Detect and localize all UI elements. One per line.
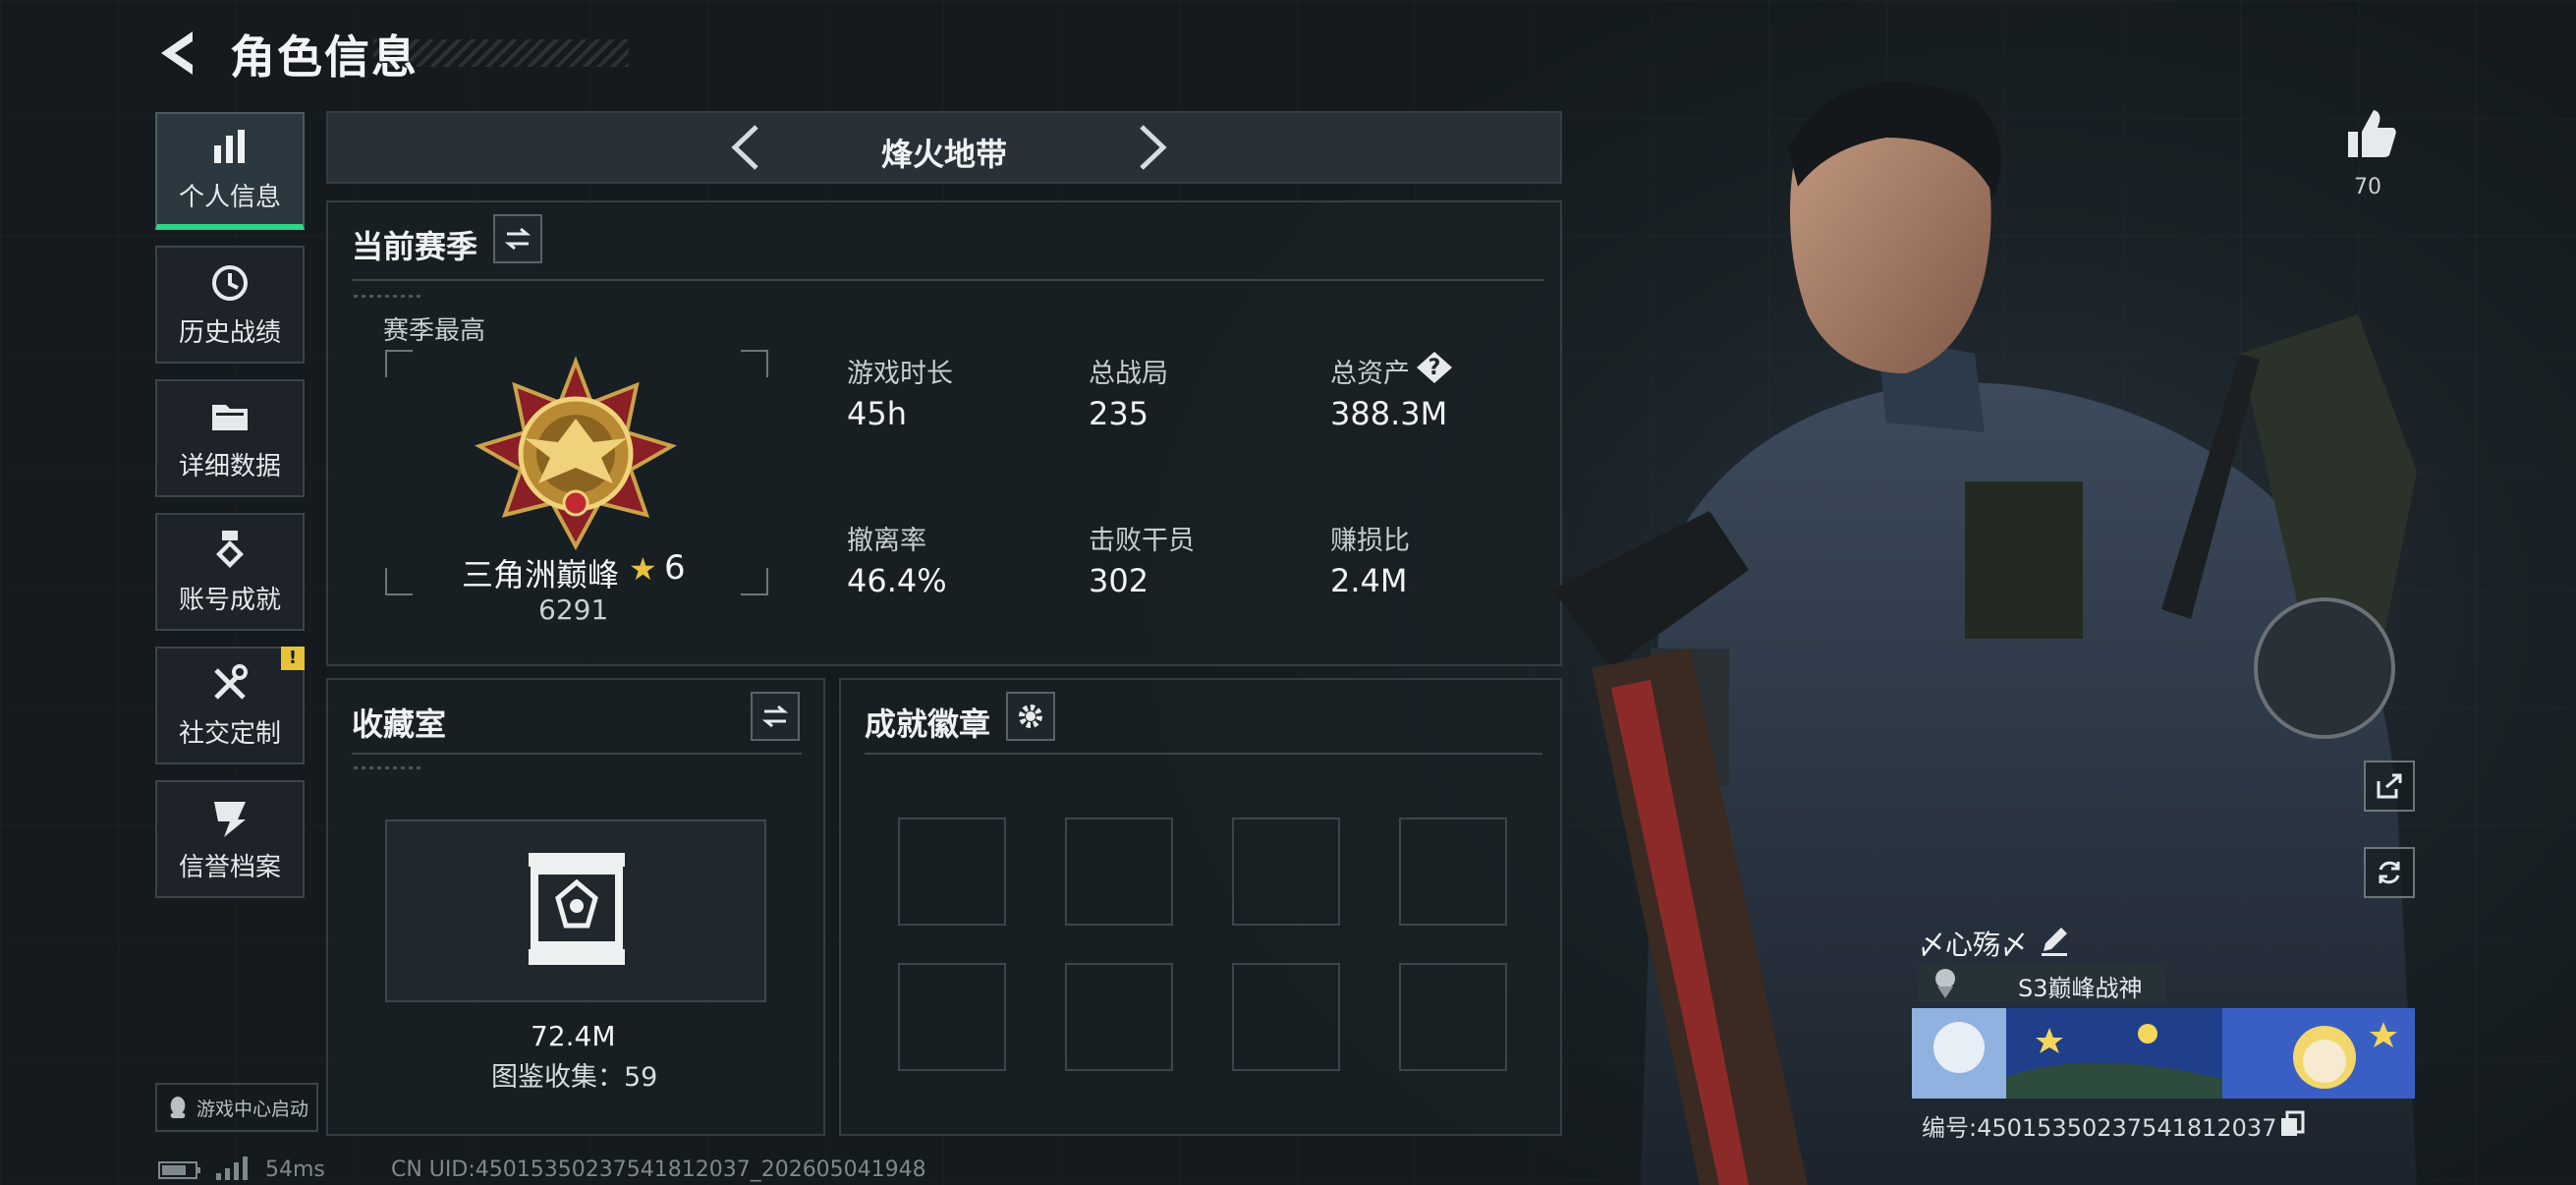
rank-points: 6291 (538, 593, 609, 626)
title-emblem-icon (1935, 969, 1955, 998)
badge-slot[interactable] (898, 963, 1006, 1071)
rank-name: 三角洲巅峰 (462, 556, 620, 593)
sidebar-item-social-custom[interactable]: 社交定制 ! (155, 647, 305, 764)
stat-label: 赚损比 (1330, 526, 1410, 556)
season-switch-button[interactable] (493, 214, 542, 263)
rank-star-icon: ★ (629, 550, 657, 588)
collection-panel-title: 收藏室 (352, 705, 447, 743)
stat-value: 235 (1089, 395, 1149, 432)
season-panel-title: 当前赛季 (352, 228, 478, 265)
sidebar-item-history[interactable]: 历史战绩 (155, 246, 305, 364)
collection-value: 72.4M (531, 1020, 616, 1052)
sidebar-item-label: 账号成就 (178, 585, 281, 615)
share-button[interactable] (2364, 761, 2415, 812)
title-decoration (373, 39, 629, 67)
badge-slot[interactable] (1065, 963, 1173, 1071)
frame-corner (741, 350, 768, 377)
stat-label: 总资产 (1330, 359, 1410, 389)
network-ping: 54ms (265, 1157, 325, 1182)
sidebar-item-label: 信誉档案 (178, 852, 281, 882)
help-icon[interactable]: ? (1415, 350, 1454, 385)
game-center-button[interactable]: 游戏中心启动 (155, 1083, 318, 1132)
mode-next-arrow-icon[interactable] (1124, 121, 1177, 174)
player-title: S3巅峰战神 (2018, 975, 2143, 1002)
switch-arrows-icon (504, 227, 532, 251)
sidebar-item-label: 社交定制 (178, 718, 281, 749)
bar-chart-icon (214, 129, 245, 163)
sidebar-item-detailed-data[interactable]: 详细数据 (155, 379, 305, 497)
notification-badge: ! (281, 647, 305, 670)
collection-divider (352, 753, 802, 755)
stat-value: 46.4% (847, 562, 947, 599)
stat-value: 2.4M (1330, 562, 1408, 599)
stat-label: 总战局 (1089, 359, 1168, 389)
mode-selector: 烽火地带 (326, 111, 1562, 184)
badge-slot[interactable] (1399, 818, 1507, 926)
signal-icon (216, 1157, 248, 1180)
switch-arrows-icon (761, 705, 789, 728)
history-clock-icon (212, 264, 248, 301)
gear-icon (1019, 705, 1042, 728)
sidebar-item-label: 详细数据 (178, 451, 281, 481)
footer-uid: CN UID:45015350237541812037_202605041948 (391, 1157, 926, 1182)
stat-label: 撤离率 (847, 526, 926, 556)
sidebar-item-reputation[interactable]: 信誉档案 (155, 780, 305, 898)
frame-corner (385, 350, 413, 377)
rotate-button[interactable] (2364, 847, 2415, 898)
dash-decoration (354, 295, 422, 298)
dash-decoration (354, 766, 422, 769)
stat-label: 游戏时长 (847, 359, 953, 389)
back-arrow-icon (161, 31, 193, 75)
season-best-label: 赛季最高 (383, 316, 486, 346)
stat-value: 302 (1089, 562, 1149, 599)
game-center-label: 游戏中心启动 (196, 1098, 309, 1120)
collection-switch-button[interactable] (751, 692, 800, 741)
thumbs-up-icon[interactable] (2342, 106, 2399, 163)
rank-level: 6 (664, 548, 686, 588)
frame-corner (741, 568, 768, 595)
medal-icon (216, 530, 244, 568)
collection-count: 图鉴收集：59 (491, 1062, 658, 1093)
frame-corner (385, 568, 413, 595)
edit-pencil-icon[interactable] (2038, 924, 2071, 957)
stat-label: 击败干员 (1089, 526, 1195, 556)
qq-penguin-icon (170, 1097, 186, 1118)
season-divider (352, 279, 1544, 281)
achievements-settings-button[interactable] (1006, 692, 1055, 741)
badge-slot[interactable] (898, 818, 1006, 926)
copy-icon[interactable] (2277, 1108, 2307, 1138)
folder-icon (212, 404, 248, 430)
sidebar-item-label: 个人信息 (178, 182, 281, 212)
badge-slot[interactable] (1232, 963, 1340, 1071)
share-icon (2377, 773, 2402, 799)
badge-slot[interactable] (1232, 818, 1340, 926)
sidebar-item-achievements[interactable]: 账号成就 (155, 513, 305, 631)
svg-text:?: ? (1428, 356, 1441, 380)
stat-value: 388.3M (1330, 395, 1448, 432)
sidebar-item-label: 历史战绩 (178, 317, 281, 348)
back-button[interactable] (153, 26, 204, 81)
stat-value: 45h (847, 395, 907, 432)
reputation-icon (214, 801, 246, 837)
badge-slot[interactable] (1399, 963, 1507, 1071)
player-banner-image (1912, 1008, 2415, 1099)
badge-slot[interactable] (1065, 818, 1173, 926)
rank-emblem-icon (474, 356, 678, 551)
mode-title: 烽火地带 (880, 136, 1007, 173)
tools-icon (214, 663, 248, 700)
sidebar-item-personal-info[interactable]: 个人信息 (155, 112, 305, 230)
rotate-icon (2379, 861, 2400, 884)
player-uid: 编号:45015350237541812037 (1922, 1114, 2277, 1142)
battery-icon (158, 1161, 200, 1179)
display-case-icon (529, 853, 625, 965)
like-count: 70 (2354, 175, 2381, 199)
achievements-panel-title: 成就徽章 (865, 705, 991, 743)
player-nickname: 〆心殇〆 (1918, 929, 2029, 961)
achievements-divider (865, 753, 1542, 755)
